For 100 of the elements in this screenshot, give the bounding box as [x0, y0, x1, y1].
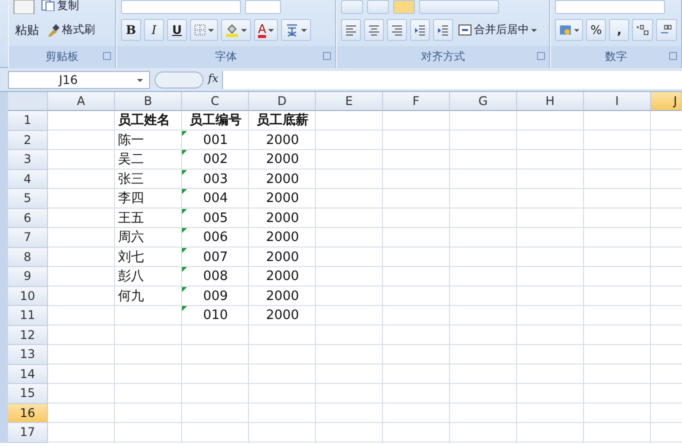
table-cell-text: 2000 [264, 268, 300, 286]
currency-button[interactable] [555, 19, 584, 41]
row-header[interactable]: 8 [8, 248, 48, 267]
column-header[interactable]: B [115, 92, 182, 111]
column-header[interactable]: G [450, 92, 517, 111]
table-cell-text: 2000 [264, 248, 300, 266]
caret-icon [208, 28, 214, 32]
row-header[interactable]: 13 [8, 345, 48, 364]
align-center-icon [368, 24, 380, 36]
caret-icon [574, 28, 580, 32]
table-cell: 009 [182, 286, 249, 306]
underline-button[interactable]: U [167, 19, 187, 41]
phonetic-button[interactable] [281, 19, 312, 41]
caret-icon [241, 28, 247, 32]
font-color-button[interactable]: A [254, 19, 278, 41]
table-cell-text: 员工底薪 [256, 112, 310, 130]
merge-center-button[interactable]: 合并后居中 [456, 22, 539, 38]
align-center-button[interactable] [364, 19, 384, 41]
row-header[interactable]: 12 [8, 326, 48, 345]
table-cell-text: 刘七 [117, 248, 145, 266]
row-header[interactable]: 15 [8, 384, 48, 404]
wrap-text-button[interactable] [419, 0, 499, 14]
row-header[interactable]: 1 [8, 111, 48, 130]
font-name-field[interactable] [121, 0, 241, 14]
table-cell-text: 张三 [117, 170, 145, 188]
row-header[interactable]: 17 [8, 423, 48, 442]
increase-decimal-icon [636, 24, 650, 36]
table-cell-text: 2000 [264, 288, 300, 306]
column-header[interactable]: H [517, 92, 584, 111]
column-header[interactable]: E [316, 92, 383, 111]
column-header[interactable]: A [48, 92, 115, 111]
row-header[interactable]: 10 [8, 286, 48, 306]
merge-cells-icon [458, 24, 472, 36]
formula-input[interactable] [222, 70, 682, 88]
dialog-launcher-icon[interactable] [537, 52, 545, 60]
indent-icon [414, 24, 426, 36]
dialog-launcher-icon[interactable] [103, 52, 111, 60]
row-header[interactable]: 5 [8, 189, 48, 208]
italic-button[interactable]: I [144, 19, 164, 41]
align-right-button[interactable] [387, 19, 407, 41]
grid-icon [194, 24, 206, 36]
top-align-button[interactable] [341, 0, 363, 14]
row-header[interactable]: 3 [8, 150, 48, 170]
phonetic-guide-icon [285, 23, 300, 37]
table-cell-text: 王五 [117, 210, 145, 228]
dialog-launcher-icon[interactable] [669, 52, 677, 60]
table-cell-text: 吴二 [117, 151, 145, 169]
row-header[interactable]: 14 [8, 364, 48, 384]
caret-icon [268, 28, 274, 32]
column-header[interactable]: J [651, 92, 682, 111]
select-all-corner[interactable] [8, 92, 48, 111]
paint-bucket-icon [225, 23, 239, 37]
table-cell-text: 李四 [117, 190, 145, 208]
table-cell: 002 [182, 150, 249, 170]
row-header[interactable]: 2 [8, 130, 48, 150]
table-cell-text: 何九 [117, 288, 145, 306]
column-header[interactable]: I [584, 92, 651, 111]
table-cell: 005 [182, 208, 249, 228]
column-header[interactable]: D [249, 92, 316, 111]
table-cell: 001 [182, 130, 249, 150]
comma-button[interactable]: , [609, 19, 630, 41]
group-label: 字体 [215, 48, 237, 65]
table-cell-text: 2000 [264, 170, 300, 188]
row-header[interactable]: 6 [8, 208, 48, 228]
row-header[interactable]: 4 [8, 170, 48, 189]
font-color-label: A [258, 22, 266, 38]
number-format-field[interactable] [555, 0, 665, 14]
row-header[interactable]: 7 [8, 228, 48, 248]
align-right-icon [391, 24, 403, 36]
group-label: 数字 [605, 48, 627, 65]
row-header[interactable]: 16 [8, 404, 48, 423]
column-header[interactable]: C [182, 92, 249, 111]
table-cell-text: 员工姓名 [117, 112, 171, 130]
increase-decimal-button[interactable] [632, 19, 654, 41]
dialog-launcher-icon[interactable] [323, 52, 331, 60]
column-header[interactable]: F [383, 92, 450, 111]
decrease-indent-button[interactable] [410, 19, 430, 41]
row-header[interactable]: 11 [8, 306, 48, 326]
font-size-field[interactable] [245, 0, 281, 14]
table-cell-text: 2000 [264, 132, 300, 150]
increase-indent-button[interactable] [433, 19, 453, 41]
function-button[interactable]: fx [208, 71, 218, 88]
group-label: 对齐方式 [421, 48, 465, 65]
table-cell-text: 陈一 [117, 132, 145, 150]
format-painter-button[interactable]: 格式刷 [44, 22, 97, 38]
percent-button[interactable]: % [586, 19, 606, 41]
decrease-decimal-button[interactable] [656, 19, 677, 41]
row-header[interactable]: 9 [8, 267, 48, 286]
caret-icon [301, 28, 308, 32]
fill-color-button[interactable] [221, 19, 251, 41]
table-cell-text: 2000 [264, 210, 300, 228]
paste-button[interactable]: 粘贴 [13, 21, 41, 39]
bottom-align-button[interactable] [393, 0, 415, 14]
name-box[interactable]: J16 [8, 70, 150, 88]
money-icon [559, 24, 572, 36]
bold-button[interactable]: B [121, 19, 141, 41]
borders-button[interactable] [190, 19, 218, 41]
indent-icon [437, 24, 449, 36]
middle-align-button[interactable] [367, 0, 389, 14]
align-left-button[interactable] [341, 19, 361, 41]
